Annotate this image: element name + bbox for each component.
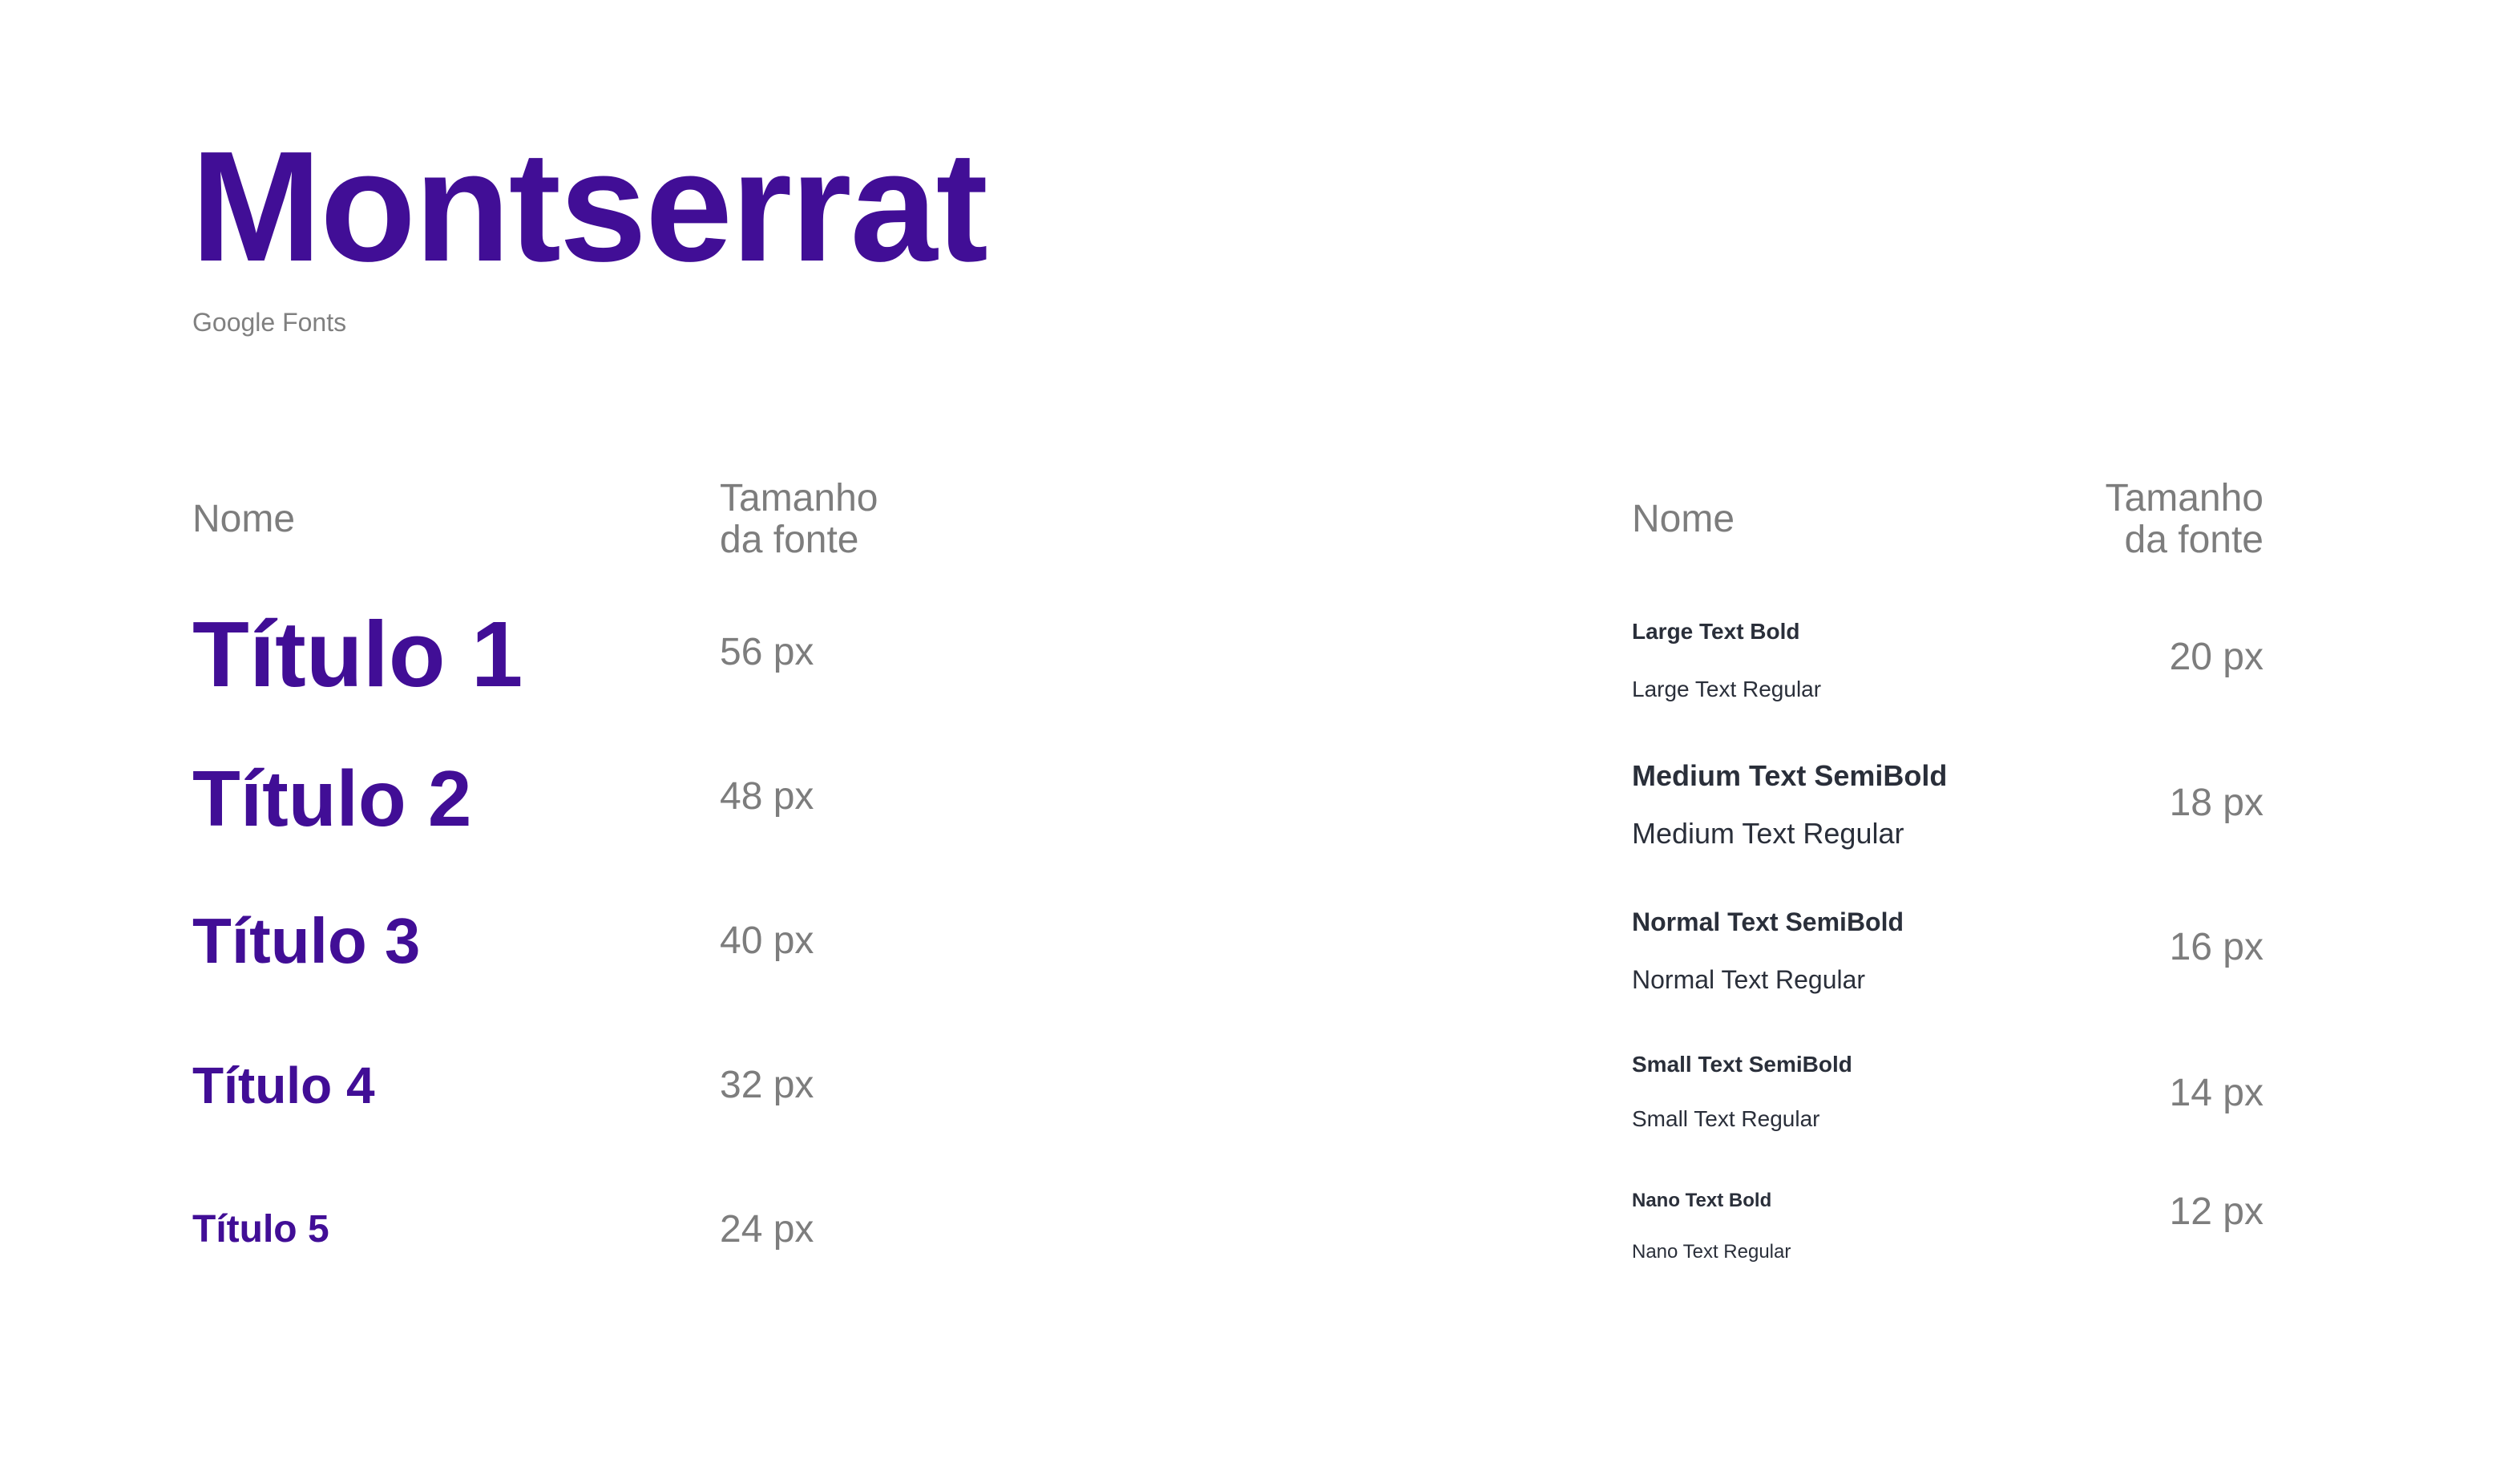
heading-sample-3: Título 3	[192, 905, 421, 976]
right-col-size-header: Tamanho da fonte	[2106, 478, 2264, 561]
text-sample-strong-3: Normal Text SemiBold	[1632, 907, 1904, 936]
text-sample-strong-1: Large Text Bold	[1632, 619, 1800, 644]
text-sample-regular-2: Medium Text Regular	[1632, 817, 1904, 850]
left-col-size-header-line2: da fonte	[720, 519, 859, 561]
right-col-name-header: Nome	[1632, 498, 1735, 540]
right-col-size-header-line1: Tamanho	[2105, 477, 2264, 519]
text-size-4: 14 px	[2169, 1072, 2264, 1114]
heading-size-2: 48 px	[720, 775, 814, 818]
left-col-size-header: Tamanho da fonte	[720, 478, 878, 561]
left-col-size-header-line1: Tamanho	[720, 477, 878, 519]
heading-sample-4: Título 4	[192, 1057, 375, 1114]
text-size-3: 16 px	[2169, 926, 2264, 968]
heading-size-5: 24 px	[720, 1208, 814, 1251]
heading-sample-5: Título 5	[192, 1208, 329, 1251]
heading-size-3: 40 px	[720, 919, 814, 962]
text-sample-regular-5: Nano Text Regular	[1632, 1241, 1791, 1263]
heading-sample-1: Título 1	[192, 602, 523, 706]
text-size-2: 18 px	[2169, 782, 2264, 824]
text-sample-regular-4: Small Text Regular	[1632, 1106, 1820, 1131]
text-sample-strong-5: Nano Text Bold	[1632, 1190, 1772, 1211]
text-size-1: 20 px	[2169, 636, 2264, 678]
right-col-size-header-line2: da fonte	[2124, 519, 2264, 561]
text-size-5: 12 px	[2169, 1190, 2264, 1233]
heading-size-1: 56 px	[720, 631, 814, 673]
text-sample-strong-4: Small Text SemiBold	[1632, 1052, 1852, 1077]
heading-sample-2: Título 2	[192, 754, 472, 843]
text-sample-regular-1: Large Text Regular	[1632, 677, 1822, 701]
page-subtitle: Google Fonts	[192, 308, 347, 337]
left-col-name-header: Nome	[192, 498, 296, 540]
page-title: Montserrat	[191, 119, 988, 294]
text-sample-strong-2: Medium Text SemiBold	[1632, 759, 1948, 792]
text-sample-regular-3: Normal Text Regular	[1632, 965, 1866, 994]
heading-size-4: 32 px	[720, 1064, 814, 1106]
